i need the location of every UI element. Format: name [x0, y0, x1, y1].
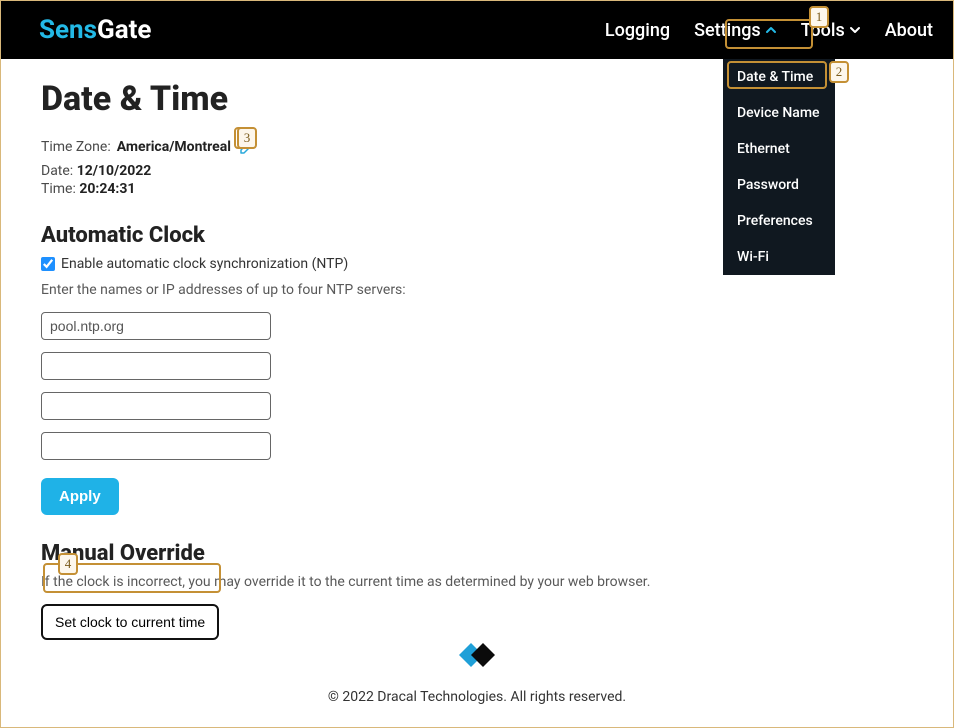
time-label: Time:	[41, 181, 76, 197]
brand-accent: Sens	[39, 15, 97, 45]
footer: © 2022 Dracal Technologies. All rights r…	[1, 633, 953, 727]
footer-logo-icon	[1, 633, 953, 677]
dropdown-wifi[interactable]: Wi-Fi	[723, 239, 835, 275]
annotation-marker-2: 2	[829, 61, 849, 83]
ntp-checkbox-label: Enable automatic clock synchronization (…	[61, 256, 348, 272]
timezone-value: America/Montreal	[117, 139, 231, 155]
footer-text: © 2022 Dracal Technologies. All rights r…	[1, 689, 953, 705]
timezone-label: Time Zone:	[41, 139, 111, 155]
time-value: 20:24:31	[79, 181, 135, 197]
dropdown-preferences[interactable]: Preferences	[723, 203, 835, 239]
manual-override-heading: Manual Override	[41, 541, 913, 566]
date-label: Date:	[41, 163, 73, 179]
brand-logo[interactable]: SensGate	[39, 15, 151, 45]
annotation-marker-4: 4	[58, 553, 78, 575]
annotation-marker-1: 1	[809, 6, 829, 28]
nav-about[interactable]: About	[885, 20, 933, 41]
ntp-hint: Enter the names or IP addresses of up to…	[41, 282, 913, 298]
nav-links: Logging Settings Tools About	[605, 20, 933, 41]
date-value: 12/10/2022	[77, 163, 152, 179]
brand-rest: Gate	[97, 15, 151, 45]
ntp-server-4[interactable]	[41, 432, 271, 460]
nav-logging[interactable]: Logging	[605, 20, 670, 41]
dropdown-device-name[interactable]: Device Name	[723, 95, 835, 131]
apply-button[interactable]: Apply	[41, 478, 119, 515]
settings-dropdown: Date & Time Device Name Ethernet Passwor…	[723, 59, 835, 275]
nav-settings[interactable]: Settings	[694, 20, 777, 41]
dropdown-password[interactable]: Password	[723, 167, 835, 203]
annotation-marker-3: 3	[237, 127, 257, 149]
ntp-server-2[interactable]	[41, 352, 271, 380]
dropdown-date-time[interactable]: Date & Time	[723, 59, 835, 95]
ntp-server-1[interactable]	[41, 312, 271, 340]
chevron-up-icon	[765, 24, 777, 36]
ntp-checkbox[interactable]	[41, 257, 55, 271]
manual-override-hint: If the clock is incorrect, you may overr…	[41, 574, 913, 590]
chevron-down-icon	[849, 24, 861, 36]
dropdown-ethernet[interactable]: Ethernet	[723, 131, 835, 167]
ntp-server-3[interactable]	[41, 392, 271, 420]
